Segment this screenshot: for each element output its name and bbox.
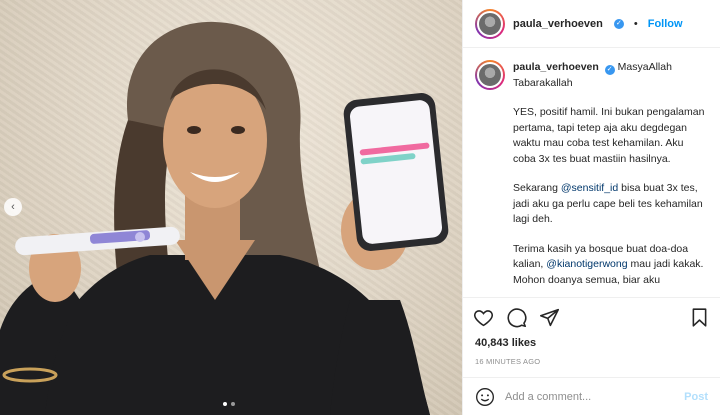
carousel-indicator xyxy=(223,402,235,406)
smiley-icon[interactable] xyxy=(475,387,495,407)
caption-paragraph-1: YES, positif hamil. Ini bukan pengalaman… xyxy=(513,106,705,165)
caption-second-line: Tabarakallah xyxy=(513,76,573,89)
comment-input[interactable]: Add a comment... xyxy=(505,391,674,403)
caption-username[interactable]: paula_verhoeven xyxy=(513,61,599,73)
header-username[interactable]: paula_verhoeven xyxy=(513,18,603,30)
caption-first-lines: paula_verhoeven ✓ MasyaAllah Tabarakalla… xyxy=(513,60,672,91)
avatar[interactable] xyxy=(475,8,505,39)
post-photo[interactable]: ‹ xyxy=(0,0,462,415)
mention-sensitif[interactable]: @sensitif_id xyxy=(561,182,618,194)
paper-plane-icon[interactable] xyxy=(539,307,560,328)
verified-badge-icon: ✓ xyxy=(613,18,624,29)
carousel-dot-active xyxy=(223,402,227,406)
post-comment-button[interactable]: Post xyxy=(684,391,708,403)
post-sidebar: paula_verhoeven ✓ • Follow paula_verhoev… xyxy=(462,0,720,415)
post-timestamp[interactable]: 16 MINUTES AGO xyxy=(463,353,720,377)
caption-avatar[interactable] xyxy=(475,60,505,90)
previous-slide-button[interactable]: ‹ xyxy=(4,198,22,216)
follow-button[interactable]: Follow xyxy=(648,18,683,30)
caption-first-line: MasyaAllah xyxy=(617,61,672,73)
caption-verified-icon: ✓ xyxy=(604,65,615,75)
instagram-post: ‹ paula_verhoeven ✓ • Follow paula_verho… xyxy=(0,0,720,415)
like-count[interactable]: 40,843 likes xyxy=(463,337,720,353)
carousel-dot xyxy=(231,402,235,406)
heart-icon[interactable] xyxy=(473,307,494,328)
caption-area: paula_verhoeven ✓ MasyaAllah Tabarakalla… xyxy=(463,48,720,297)
action-bar xyxy=(463,297,720,337)
photo-illustration xyxy=(0,21,449,415)
comment-icon[interactable] xyxy=(506,307,527,328)
caption-paragraph-2: Sekarang @sensitif_id bisa buat 3x tes, … xyxy=(513,182,703,225)
comment-box: Add a comment... Post xyxy=(463,377,720,415)
caption-paragraph-3: Terima kasih ya bosque buat doa-doa kali… xyxy=(513,242,704,286)
mention-kianotigerwong[interactable]: @kianotigerwong xyxy=(546,258,627,270)
post-header: paula_verhoeven ✓ • Follow xyxy=(463,0,720,48)
bookmark-icon[interactable] xyxy=(689,307,710,328)
separator-dot: • xyxy=(633,17,638,30)
